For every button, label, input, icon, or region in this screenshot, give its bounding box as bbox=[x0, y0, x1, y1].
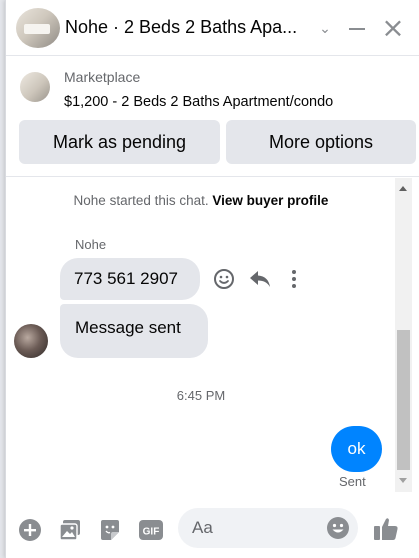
listing-thumbnail[interactable] bbox=[16, 8, 60, 48]
scroll-up-arrow-icon[interactable] bbox=[395, 182, 412, 196]
message-composer: GIF Aa bbox=[6, 500, 419, 558]
sender-name: Nohe bbox=[75, 237, 107, 252]
message-bubble[interactable]: 773 561 2907 bbox=[60, 258, 200, 300]
add-icon[interactable] bbox=[18, 518, 42, 542]
message-bubble[interactable]: Message sent bbox=[60, 304, 208, 358]
chat-started-notice: Nohe started this chat. View buyer profi… bbox=[6, 193, 396, 208]
chevron-down-icon[interactable]: ⌄ bbox=[315, 18, 335, 38]
divider bbox=[6, 176, 419, 177]
reply-icon[interactable] bbox=[248, 268, 272, 290]
marketplace-listing-thumbnail[interactable] bbox=[20, 72, 50, 102]
mark-as-pending-button[interactable]: Mark as pending bbox=[19, 120, 220, 164]
thumbs-up-icon[interactable] bbox=[372, 515, 400, 543]
system-message-text: Nohe started this chat. bbox=[73, 193, 209, 208]
chat-header[interactable]: Nohe · 2 Beds 2 Baths Apa... ⌄ × bbox=[6, 0, 419, 56]
message-timestamp: 6:45 PM bbox=[176, 388, 226, 403]
scrollbar-thumb[interactable] bbox=[397, 330, 410, 470]
marketplace-label: Marketplace bbox=[64, 69, 141, 85]
close-icon[interactable]: × bbox=[379, 14, 407, 42]
sender-avatar[interactable] bbox=[14, 324, 48, 358]
more-options-button[interactable]: More options bbox=[226, 120, 416, 164]
chat-window: Nohe · 2 Beds 2 Baths Apa... ⌄ × Marketp… bbox=[5, 0, 419, 558]
gif-icon[interactable]: GIF bbox=[138, 518, 164, 542]
view-buyer-profile-link[interactable]: View buyer profile bbox=[212, 193, 328, 208]
scroll-down-arrow-icon[interactable] bbox=[395, 474, 412, 488]
sent-status-label: Sent bbox=[339, 474, 366, 489]
outgoing-message-bubble[interactable]: ok bbox=[331, 426, 382, 472]
emoji-icon[interactable] bbox=[326, 516, 350, 540]
photo-icon[interactable] bbox=[58, 518, 82, 542]
react-emoji-icon[interactable] bbox=[213, 268, 235, 290]
chat-title[interactable]: Nohe · 2 Beds 2 Baths Apa... bbox=[65, 17, 310, 38]
more-vertical-icon[interactable] bbox=[284, 268, 304, 290]
minimize-icon[interactable] bbox=[346, 18, 368, 38]
message-input[interactable]: Aa bbox=[178, 508, 358, 548]
listing-title[interactable]: $1,200 - 2 Beds 2 Baths Apartment/condo bbox=[64, 94, 333, 110]
sticker-icon[interactable] bbox=[98, 518, 122, 542]
message-input-placeholder: Aa bbox=[192, 518, 213, 537]
gif-icon-label: GIF bbox=[143, 527, 160, 538]
